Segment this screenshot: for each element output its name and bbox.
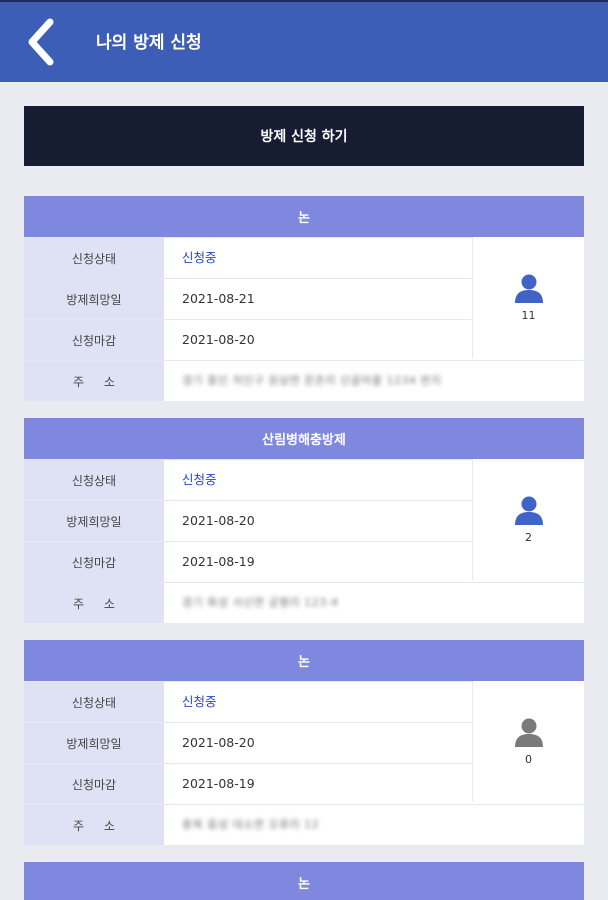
card-title: 논 (24, 196, 584, 237)
deadline-value: 2021-08-19 (182, 554, 255, 569)
chevron-left-icon (28, 18, 54, 66)
deadline-value: 2021-08-19 (182, 776, 255, 791)
desired-date-label: 방제희망일 (24, 279, 164, 319)
address-label: 주 소 (24, 583, 164, 623)
desired-date-value: 2021-08-20 (182, 735, 255, 750)
request-card[interactable]: 산림병해충방제 신청상태 신청중 방제희망일 2021-08-20 신청마감 2… (24, 418, 584, 623)
deadline-row: 신청마감 2021-08-20 (24, 319, 472, 360)
app-header: 나의 방제 신청 (0, 0, 608, 82)
address-value: 충북 음성 대소면 오류리 12 (182, 818, 320, 831)
back-button[interactable] (22, 16, 62, 68)
card-title[interactable]: 논 (24, 862, 584, 900)
applicant-count-value: 2 (525, 531, 532, 544)
deadline-value: 2021-08-20 (182, 332, 255, 347)
status-value: 신청중 (182, 694, 217, 709)
applicant-count[interactable]: 2 (472, 459, 584, 580)
address-row: 주 소 충북 음성 대소면 오류리 12 (24, 804, 584, 845)
card-title: 산림병해충방제 (24, 418, 584, 459)
page-title: 나의 방제 신청 (96, 33, 202, 53)
card-title: 논 (24, 640, 584, 681)
request-card[interactable]: 논 신청상태 신청중 방제희망일 2021-08-21 신청마감 2021-08… (24, 196, 584, 401)
status-label: 신청상태 (24, 682, 164, 722)
address-value: 경기 용인 처인구 원삼면 문촌리 산골마을 1234 번지 (182, 374, 442, 387)
request-card[interactable]: 논 신청상태 신청중 방제희망일 2021-08-20 신청마감 2021-08… (24, 640, 584, 845)
status-value: 신청중 (182, 472, 217, 487)
desired-date-row: 방제희망일 2021-08-20 (24, 722, 472, 763)
deadline-label: 신청마감 (24, 764, 164, 804)
deadline-row: 신청마감 2021-08-19 (24, 541, 472, 582)
deadline-row: 신청마감 2021-08-19 (24, 763, 472, 804)
address-value: 경기 화성 서신면 궁평리 123-4 (182, 596, 339, 609)
applicant-count-value: 11 (521, 309, 536, 322)
person-icon (513, 495, 545, 525)
address-row: 주 소 경기 화성 서신면 궁평리 123-4 (24, 582, 584, 623)
status-value: 신청중 (182, 250, 217, 265)
applicant-count-value: 0 (525, 753, 532, 766)
address-label: 주 소 (24, 361, 164, 401)
person-icon (513, 273, 545, 303)
status-label: 신청상태 (24, 238, 164, 278)
status-row: 신청상태 신청중 (24, 459, 472, 500)
deadline-label: 신청마감 (24, 320, 164, 360)
status-row: 신청상태 신청중 (24, 681, 472, 722)
status-label: 신청상태 (24, 460, 164, 500)
applicant-count[interactable]: 11 (472, 237, 584, 358)
status-row: 신청상태 신청중 (24, 237, 472, 278)
desired-date-row: 방제희망일 2021-08-21 (24, 278, 472, 319)
desired-date-value: 2021-08-20 (182, 513, 255, 528)
desired-date-row: 방제희망일 2021-08-20 (24, 500, 472, 541)
address-label: 주 소 (24, 805, 164, 845)
desired-date-label: 방제희망일 (24, 723, 164, 763)
deadline-label: 신청마감 (24, 542, 164, 582)
desired-date-label: 방제희망일 (24, 501, 164, 541)
desired-date-value: 2021-08-21 (182, 291, 255, 306)
address-row: 주 소 경기 용인 처인구 원삼면 문촌리 산골마을 1234 번지 (24, 360, 584, 401)
person-icon (513, 717, 545, 747)
applicant-count[interactable]: 0 (472, 681, 584, 802)
apply-button[interactable]: 방제 신청 하기 (24, 106, 584, 166)
